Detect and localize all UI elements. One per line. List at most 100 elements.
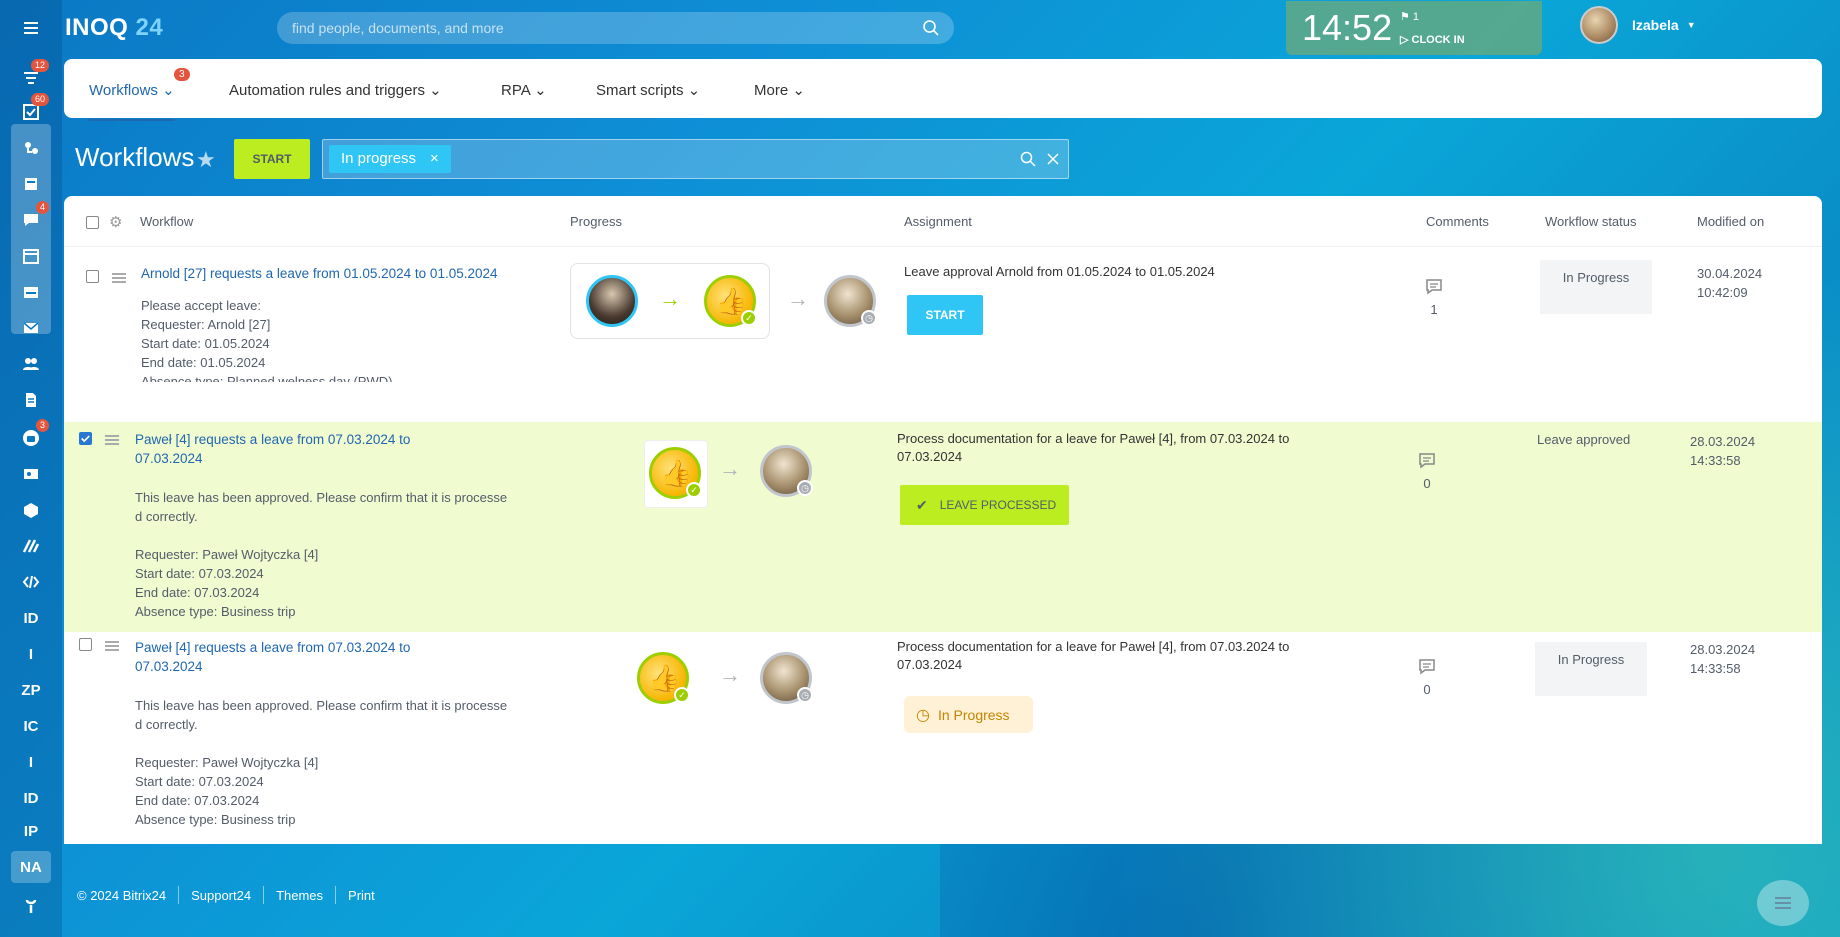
sidebar-item-na[interactable]: NA [11, 851, 51, 883]
header-modified-on[interactable]: Modified on [1697, 214, 1764, 229]
sidebar-item-ip[interactable]: IP [11, 815, 51, 847]
workflow-title-link[interactable]: Paweł [4] requests a leave from 07.03.20… [135, 638, 425, 676]
comments-counter[interactable]: 0 [1412, 658, 1442, 697]
feed-icon[interactable]: 12 [11, 59, 51, 94]
row-checkbox[interactable] [86, 270, 99, 283]
robot-icon[interactable]: 3 [11, 419, 51, 454]
sidebar-item-id[interactable]: ID [11, 602, 51, 634]
code-icon[interactable] [11, 566, 51, 598]
contact-card-icon[interactable] [11, 458, 51, 490]
start-button[interactable]: START [234, 139, 310, 179]
sidebar-item-id-2[interactable]: ID [11, 782, 51, 814]
avatar: 👍 ✓ [704, 275, 757, 327]
clock-in-button[interactable]: ▷ CLOCK IN [1400, 33, 1465, 46]
checkmark-icon: ✔ [916, 496, 928, 513]
calendar-icon[interactable] [11, 240, 51, 272]
thumbs-up-icon: 👍 [648, 663, 681, 693]
tab-rpa[interactable]: RPA ⌄ [501, 81, 547, 99]
tab-workflows[interactable]: Workflows ⌄ [89, 81, 175, 121]
table-row[interactable]: Arnold [27] requests a leave from 01.05.… [64, 248, 1822, 420]
sidebar-item-i[interactable]: I [11, 638, 51, 670]
tasks-badge: 60 [30, 93, 49, 106]
select-all-checkbox[interactable] [86, 216, 99, 229]
user-menu[interactable]: Izabela ▼ [1580, 6, 1696, 44]
feed-badge: 12 [30, 59, 49, 72]
leave-processed-button[interactable]: ✔ LEAVE PROCESSED [900, 485, 1069, 525]
chevron-down-icon: ▼ [1686, 20, 1696, 30]
checkmark-icon: ✓ [674, 687, 690, 703]
header-workflow[interactable]: Workflow [140, 214, 193, 229]
row-checkbox[interactable] [79, 432, 92, 445]
drag-handle-icon[interactable] [112, 273, 126, 283]
filter-clear-icon[interactable] [1045, 151, 1061, 167]
documents-icon[interactable] [11, 384, 51, 416]
crm-icon[interactable] [11, 132, 51, 164]
footer-link-print[interactable]: Print [348, 888, 375, 903]
comments-counter[interactable]: 0 [1412, 452, 1442, 491]
tab-more[interactable]: More ⌄ [754, 81, 805, 99]
search-input[interactable]: find people, documents, and more [277, 12, 954, 44]
sites-icon[interactable] [11, 530, 51, 562]
assignment-text: Process documentation for a leave for Pa… [897, 431, 1290, 464]
clock-time: 14:52 [1302, 7, 1393, 48]
search-icon[interactable] [922, 19, 940, 37]
start-task-button[interactable]: START [907, 295, 983, 335]
assignment-text: Leave approval Arnold from 01.05.2024 to… [904, 264, 1215, 279]
table-row[interactable]: Paweł [4] requests a leave from 07.03.20… [64, 422, 1822, 632]
header-comments[interactable]: Comments [1426, 214, 1489, 229]
quick-menu-button[interactable] [1757, 880, 1809, 926]
flag-count: ⚑ 1 [1400, 11, 1420, 23]
footer-link-themes[interactable]: Themes [276, 888, 323, 903]
modified-date: 28.03.2024 14:33:58 [1690, 642, 1756, 676]
filter-search-field[interactable]: In progress × [322, 139, 1069, 179]
status-badge: In Progress [1535, 642, 1647, 696]
comment-icon [1419, 453, 1435, 469]
arrow-right-icon: → [719, 662, 741, 687]
app-logo[interactable]: INOQ 24 [65, 14, 163, 42]
filter-tag-remove-icon[interactable]: × [430, 150, 439, 167]
mail-icon[interactable] [11, 312, 51, 344]
list-icon [1775, 897, 1791, 909]
header-workflow-status[interactable]: Workflow status [1545, 214, 1637, 229]
menu-icon[interactable] [11, 12, 51, 44]
filter-tag[interactable]: In progress × [329, 145, 451, 173]
workflow-title-link[interactable]: Paweł [4] requests a leave from 07.03.20… [135, 430, 425, 468]
filter-search-icon[interactable] [1020, 151, 1036, 167]
thumbs-up-icon: 👍 [660, 458, 693, 488]
header-assignment[interactable]: Assignment [904, 214, 972, 229]
comments-counter[interactable]: 1 [1419, 278, 1449, 317]
gear-icon[interactable]: ⚙ [109, 213, 122, 231]
star-icon[interactable]: ★ [196, 147, 216, 173]
modified-date: 30.04.2024 10:42:09 [1697, 266, 1763, 300]
avatar-inner: 👍 ✓ [649, 447, 702, 499]
comment-icon [1426, 279, 1442, 295]
tab-smart-scripts[interactable]: Smart scripts ⌄ [596, 81, 700, 99]
search-placeholder: find people, documents, and more [292, 20, 504, 36]
footer-link-support[interactable]: Support24 [191, 888, 251, 903]
work-time-widget[interactable]: 14:52 ⚑ 1 ▷ CLOCK IN [1286, 1, 1542, 55]
tab-automation-rules[interactable]: Automation rules and triggers ⌄ [229, 81, 442, 99]
drive-icon[interactable] [11, 168, 51, 200]
footer: © 2024 Bitrix24 Support24 Themes Print [77, 886, 375, 904]
sidebar-item-i-2[interactable]: I [11, 746, 51, 778]
checkmark-icon: ✓ [686, 482, 702, 498]
drag-handle-icon[interactable] [105, 641, 119, 651]
settings-wrench-icon[interactable] [11, 890, 51, 922]
status-badge: In Progress [1540, 260, 1652, 314]
box-icon[interactable] [11, 494, 51, 526]
sidebar-item-zp[interactable]: ZP [11, 674, 51, 706]
row-checkbox[interactable] [79, 638, 92, 651]
chat-icon[interactable]: 4 [11, 201, 51, 236]
store-icon[interactable] [11, 276, 51, 308]
header-progress[interactable]: Progress [570, 214, 622, 229]
table-row[interactable]: Paweł [4] requests a leave from 07.03.20… [64, 632, 1822, 844]
avatar: ◷ [760, 652, 813, 704]
drag-handle-icon[interactable] [105, 435, 119, 445]
employees-icon[interactable] [11, 348, 51, 380]
avatar [586, 275, 638, 327]
checkmark-icon: ✓ [741, 310, 757, 326]
robot-badge: 3 [35, 419, 49, 432]
assignment-text: Process documentation for a leave for Pa… [897, 639, 1290, 672]
workflow-title-link[interactable]: Arnold [27] requests a leave from 01.05.… [141, 264, 561, 283]
sidebar-item-ic[interactable]: IC [11, 710, 51, 742]
